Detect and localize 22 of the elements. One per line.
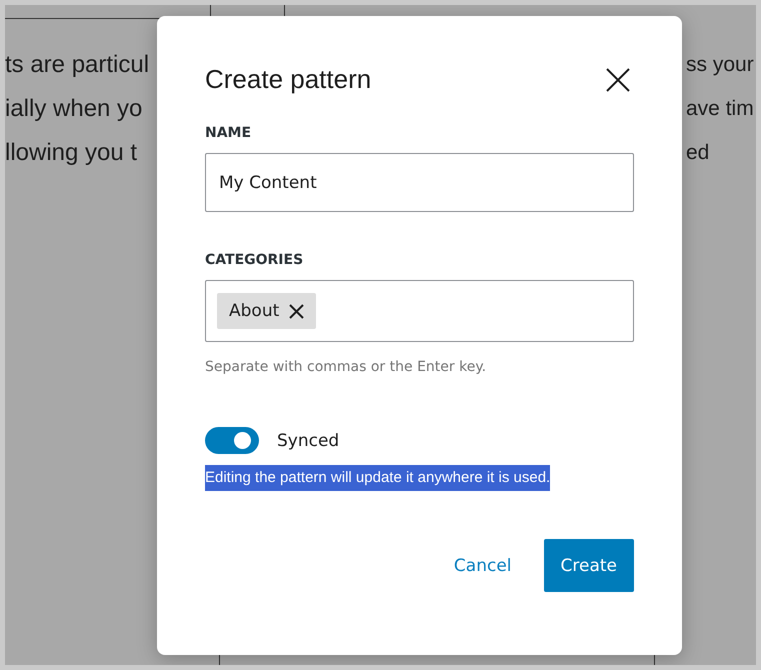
dialog-title: Create pattern (205, 64, 372, 95)
background-text: ts are particul (5, 50, 150, 80)
background-text: ially when yo (5, 94, 144, 124)
remove-token-button[interactable] (289, 304, 304, 318)
create-button[interactable]: Create (544, 539, 634, 592)
toggle-label: Synced (277, 430, 340, 450)
categories-input[interactable]: About (205, 280, 634, 342)
help-text: Separate with commas or the Enter key. (205, 359, 488, 375)
cancel-link[interactable]: Cancel (450, 546, 516, 586)
field-label: NAME (205, 125, 252, 141)
background-text: ave tim (686, 96, 755, 122)
background-text: ss your (686, 52, 755, 78)
description-text: Editing the pattern will update it anywhere it is used. (205, 465, 550, 491)
name-input[interactable]: My Content (205, 153, 634, 212)
synced-toggle[interactable] (205, 427, 259, 454)
close-button[interactable] (604, 66, 632, 94)
field-label: CATEGORIES (205, 252, 304, 268)
token-label: About (229, 301, 280, 321)
close-icon (289, 304, 304, 318)
close-icon (604, 66, 632, 94)
background-text: llowing you t (5, 138, 138, 168)
background-text: ed (686, 140, 710, 166)
